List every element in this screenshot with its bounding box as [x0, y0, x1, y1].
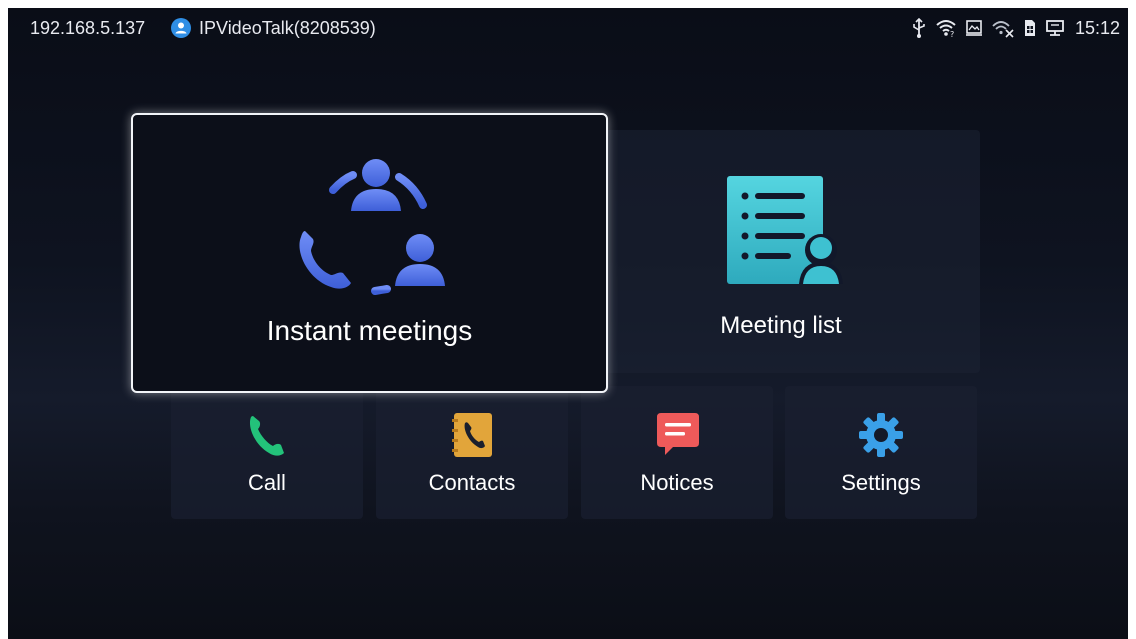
- instant-meetings-icon: [291, 155, 451, 305]
- settings-tile[interactable]: Settings: [785, 386, 977, 519]
- wifi-off-icon: [991, 18, 1015, 38]
- meeting-list-tile[interactable]: Meeting list: [582, 130, 980, 373]
- notices-label: Notices: [640, 470, 714, 495]
- screen-icon: [965, 19, 983, 37]
- meeting-list-icon: [723, 174, 847, 291]
- contacts-tile[interactable]: Contacts: [376, 386, 568, 519]
- status-bar: 192.168.5.137 IPVideoTalk(8208539) ? 15:…: [8, 8, 1128, 48]
- wifi-icon: ?: [935, 18, 957, 38]
- contacts-label: Contacts: [428, 470, 516, 495]
- usb-icon: [911, 18, 927, 38]
- sim-icon: [1023, 18, 1037, 38]
- phone-icon: [243, 411, 291, 464]
- instant-meetings-tile[interactable]: Instant meetings: [131, 113, 608, 393]
- home-screen: 192.168.5.137 IPVideoTalk(8208539) ? 15:…: [8, 8, 1128, 639]
- gear-icon: [857, 411, 905, 464]
- contacts-book-icon: [448, 411, 496, 464]
- ip-address: 192.168.5.137: [30, 18, 146, 38]
- notices-tile[interactable]: Notices: [581, 386, 773, 519]
- status-icons: ? 15:12: [911, 16, 1120, 40]
- settings-label: Settings: [841, 470, 921, 495]
- account-name: IPVideoTalk(8208539): [199, 18, 376, 38]
- instant-meetings-label: Instant meetings: [266, 315, 473, 346]
- account-icon: [171, 18, 191, 38]
- meeting-list-label: Meeting list: [720, 312, 842, 339]
- call-label: Call: [248, 470, 286, 495]
- svg-text:?: ?: [950, 30, 954, 38]
- call-tile[interactable]: Call: [171, 386, 363, 519]
- message-icon: [653, 411, 701, 464]
- clock: 15:12: [1074, 17, 1120, 38]
- display-icon: [1045, 18, 1065, 38]
